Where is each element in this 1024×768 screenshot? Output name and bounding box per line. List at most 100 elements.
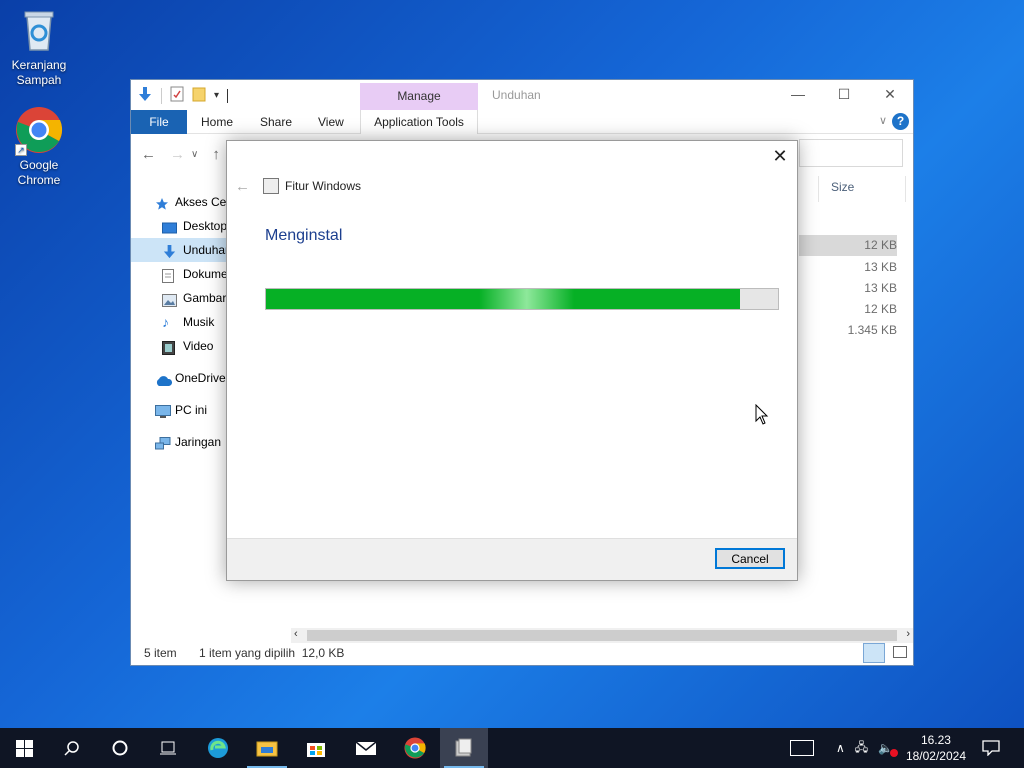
tab-application-tools[interactable]: Application Tools — [360, 110, 478, 134]
scroll-right-icon[interactable]: › — [906, 628, 910, 640]
cancel-button[interactable]: Cancel — [715, 548, 785, 569]
dialog-footer: Cancel — [227, 538, 797, 580]
taskbar: ∧ 🖧 🔈 16.23 18/02/2024 — [0, 728, 1024, 768]
back-arrow-icon[interactable]: ← — [141, 146, 156, 163]
recent-chevron-icon[interactable]: ∨ — [191, 149, 198, 163]
pc-icon — [155, 403, 171, 418]
nav-item-label: Musik — [183, 315, 215, 329]
taskbar-file-explorer[interactable] — [243, 728, 291, 768]
tab-manage[interactable]: Manage — [360, 83, 478, 110]
large-icons-view-icon[interactable] — [893, 646, 907, 658]
status-bar: 5 item 1 item yang dipilih 12,0 KB — [131, 641, 913, 665]
nav-item-label: OneDrive — [175, 371, 226, 385]
desktop-icon-recycle-bin[interactable]: Keranjang Sampah — [2, 6, 76, 88]
navigation-pane: Akses Cepat Desktop Unduhan Dokumen Gamb… — [131, 190, 241, 454]
nav-item-label: Desktop — [183, 219, 228, 233]
task-view-button[interactable] — [144, 728, 192, 768]
notifications-button[interactable] — [968, 728, 1014, 768]
music-icon: ♪ — [162, 314, 169, 330]
minimize-button[interactable]: — — [775, 80, 821, 110]
dialog-title: Fitur Windows — [263, 178, 361, 194]
scrollbar-thumb[interactable] — [307, 630, 897, 641]
desktop-icon-chrome[interactable]: ↗ Google Chrome — [2, 106, 76, 188]
file-size-cell[interactable]: 12 KB — [799, 235, 897, 256]
cortana-icon — [112, 740, 128, 756]
documents-icon — [162, 267, 177, 283]
file-size-cell[interactable]: 1.345 KB — [848, 323, 897, 337]
chevron-up-icon[interactable]: ∧ — [836, 741, 845, 755]
forward-arrow-icon[interactable]: → — [170, 146, 185, 163]
dialog-close-button[interactable]: ✕ — [771, 147, 789, 165]
search-box[interactable] — [799, 139, 903, 167]
desktop-icon-label: Keranjang — [11, 58, 67, 72]
scroll-left-icon[interactable]: ‹ — [294, 628, 298, 640]
system-tray: ∧ 🖧 🔈 — [790, 728, 899, 768]
column-header-divider — [905, 176, 906, 202]
nav-item-pc-ini[interactable]: PC ini — [131, 398, 241, 422]
column-header-size[interactable]: Size — [831, 180, 854, 194]
up-arrow-icon[interactable]: ↑ — [212, 146, 220, 163]
properties-icon[interactable] — [170, 86, 184, 105]
selection-info: 1 item yang dipilih 12,0 KB — [199, 646, 345, 660]
window-title: Unduhan — [492, 88, 541, 102]
cortana-button[interactable] — [96, 728, 144, 768]
mouse-cursor-icon — [755, 403, 769, 429]
nav-item-unduhan[interactable]: Unduhan — [131, 238, 241, 262]
close-button[interactable]: ✕ — [867, 80, 913, 110]
file-size-cell[interactable]: 13 KB — [864, 260, 897, 274]
desktop-icon-label: Google — [19, 158, 59, 172]
nav-item-akses-cepat[interactable]: Akses Cepat — [131, 190, 241, 214]
network-icon — [155, 435, 171, 450]
nav-item-label: Unduhan — [183, 243, 232, 257]
clock-time: 16.23 — [920, 733, 951, 747]
search-button[interactable] — [48, 728, 96, 768]
windows-features-icon — [263, 178, 279, 194]
volume-muted-icon[interactable]: 🔈 — [878, 741, 899, 757]
taskbar-store[interactable] — [292, 728, 340, 768]
nav-buttons: ← → ∨ ↑ — [141, 146, 220, 163]
nav-item-video[interactable]: Video — [131, 334, 241, 358]
search-icon — [64, 741, 79, 756]
notification-icon — [982, 740, 1000, 756]
file-size-cell[interactable]: 12 KB — [864, 302, 897, 316]
clock[interactable]: 16.23 18/02/2024 — [906, 732, 966, 764]
nav-item-musik[interactable]: ♪ Musik — [131, 310, 241, 334]
dialog-heading: Menginstal — [265, 227, 343, 244]
desktop-icon-label: Chrome — [17, 173, 61, 187]
download-arrow-icon[interactable] — [137, 86, 153, 105]
tab-share[interactable]: Share — [260, 110, 292, 134]
taskbar-mail[interactable] — [342, 728, 390, 768]
download-folder-icon — [162, 243, 177, 259]
news-icon[interactable] — [790, 740, 814, 756]
chevron-down-icon[interactable]: ▾ — [214, 90, 219, 101]
help-icon[interactable]: ? — [892, 113, 909, 130]
network-icon[interactable]: 🖧 — [855, 738, 868, 759]
tab-view[interactable]: View — [318, 110, 344, 134]
video-icon — [162, 339, 177, 355]
nav-item-label: Gambar — [183, 291, 227, 305]
maximize-button[interactable]: ☐ — [821, 80, 867, 110]
file-size-cell[interactable]: 13 KB — [864, 281, 897, 295]
start-button[interactable] — [0, 728, 48, 768]
divider — [227, 88, 229, 103]
taskbar-chrome[interactable] — [391, 728, 439, 768]
taskbar-edge[interactable] — [194, 728, 242, 768]
expand-ribbon-icon[interactable]: ∨ — [879, 114, 887, 127]
chrome-icon — [404, 737, 426, 759]
nav-item-jaringan[interactable]: Jaringan — [131, 430, 241, 454]
back-arrow-icon[interactable]: ← — [235, 178, 250, 195]
dialog-title-text: Fitur Windows — [285, 179, 362, 193]
nav-item-dokumen[interactable]: Dokumen — [131, 262, 241, 286]
tab-home[interactable]: Home — [201, 110, 233, 134]
nav-item-label: Jaringan — [175, 435, 222, 449]
nav-item-label: Video — [183, 339, 214, 353]
details-view-icon[interactable] — [863, 643, 885, 663]
taskbar-windows-features[interactable] — [440, 728, 488, 768]
task-view-icon — [160, 741, 176, 755]
nav-item-gambar[interactable]: Gambar — [131, 286, 241, 310]
tab-file[interactable]: File — [131, 110, 187, 134]
new-folder-icon[interactable] — [192, 86, 206, 105]
nav-item-desktop[interactable]: Desktop — [131, 214, 241, 238]
progress-fill — [266, 289, 741, 309]
nav-item-onedrive[interactable]: OneDrive — [131, 366, 241, 390]
